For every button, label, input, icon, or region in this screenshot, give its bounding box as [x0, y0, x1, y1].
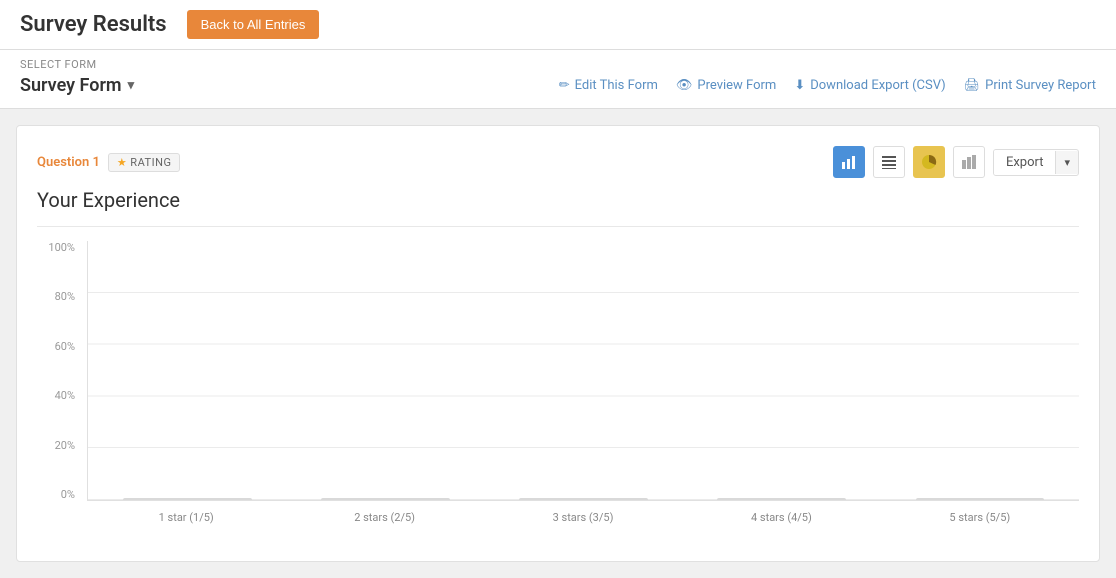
export-dropdown-arrow[interactable]: ▾ — [1055, 151, 1078, 174]
y-label-100: 100% — [48, 241, 75, 254]
print-report-link[interactable]: 🖨 Print Survey Report — [964, 78, 1096, 93]
question-header: Question 1 ★ RATING — [37, 146, 1079, 178]
table-icon — [881, 154, 897, 170]
bar-group — [683, 498, 881, 500]
x-label: 1 star (1/5) — [87, 511, 285, 524]
download-icon: ⬇ — [794, 78, 805, 93]
y-label-40: 40% — [55, 389, 75, 402]
bar-container — [717, 498, 846, 500]
question-type-label: RATING — [130, 156, 171, 169]
bar — [717, 498, 846, 500]
top-header: Survey Results Back to All Entries — [0, 0, 1116, 50]
form-selector-dropdown[interactable]: Survey Form ▾ — [20, 75, 134, 96]
chart-bars-area — [87, 241, 1079, 501]
page-title: Survey Results — [20, 12, 167, 37]
table-view-button[interactable] — [873, 146, 905, 178]
select-form-area: SELECT FORM Survey Form ▾ ✏ Edit This Fo… — [0, 50, 1116, 109]
bar — [519, 498, 648, 500]
export-label: Export — [994, 150, 1056, 175]
preview-form-label: Preview Form — [697, 78, 776, 93]
y-label-60: 60% — [55, 340, 75, 353]
bar-group — [286, 498, 484, 500]
question-card: Question 1 ★ RATING — [16, 125, 1100, 562]
edit-form-link[interactable]: ✏ Edit This Form — [559, 78, 658, 93]
bar-chart-icon — [841, 154, 857, 170]
export-dropdown[interactable]: Export ▾ — [993, 149, 1079, 176]
pie-chart-icon — [921, 154, 937, 170]
bar-group — [88, 498, 286, 500]
pencil-icon: ✏ — [559, 78, 570, 93]
bar — [916, 498, 1045, 500]
eye-icon: 👁 — [676, 78, 693, 93]
back-to-all-entries-button[interactable]: Back to All Entries — [187, 10, 320, 39]
pie-chart-button[interactable] — [913, 146, 945, 178]
print-report-label: Print Survey Report — [985, 78, 1096, 93]
chart-wrapper: 100% 80% 60% 40% 20% 0% 1 star (1/5)2 st… — [37, 241, 1079, 541]
bar — [123, 498, 252, 500]
bar-chart-button[interactable] — [833, 146, 865, 178]
y-axis-labels: 100% 80% 60% 40% 20% 0% — [37, 241, 83, 501]
question-title: Your Experience — [37, 188, 1079, 212]
main-content: Question 1 ★ RATING — [0, 109, 1116, 578]
bar-group — [881, 498, 1079, 500]
select-form-label: SELECT FORM — [20, 58, 1096, 71]
preview-form-link[interactable]: 👁 Preview Form — [676, 78, 776, 93]
chevron-down-icon: ▾ — [128, 78, 135, 93]
y-label-0: 0% — [61, 488, 75, 501]
bar-group — [484, 498, 682, 500]
card-divider — [37, 226, 1079, 227]
x-label: 4 stars (4/5) — [682, 511, 880, 524]
form-actions: ✏ Edit This Form 👁 Preview Form ⬇ Downlo… — [559, 78, 1096, 93]
header-left: Survey Results Back to All Entries — [20, 10, 319, 39]
y-label-80: 80% — [55, 290, 75, 303]
download-export-label: Download Export (CSV) — [810, 78, 945, 93]
download-export-link[interactable]: ⬇ Download Export (CSV) — [794, 78, 945, 93]
x-axis-labels: 1 star (1/5)2 stars (2/5)3 stars (3/5)4 … — [87, 505, 1079, 541]
print-icon: 🖨 — [964, 78, 981, 93]
question-meta: Question 1 ★ RATING — [37, 153, 180, 172]
question-type-badge: ★ RATING — [108, 153, 181, 172]
selected-form-name: Survey Form — [20, 75, 122, 96]
x-label: 2 stars (2/5) — [285, 511, 483, 524]
star-icon: ★ — [117, 156, 127, 169]
x-label: 3 stars (3/5) — [484, 511, 682, 524]
edit-form-label: Edit This Form — [575, 78, 658, 93]
bar-container — [519, 498, 648, 500]
chart-controls: Export ▾ — [833, 146, 1079, 178]
bar-container — [321, 498, 450, 500]
histogram-icon — [961, 154, 977, 170]
bar-container — [123, 498, 252, 500]
question-number: Question 1 — [37, 155, 100, 170]
bar — [321, 498, 450, 500]
bar-container — [916, 498, 1045, 500]
y-label-20: 20% — [55, 439, 75, 452]
form-row: Survey Form ▾ ✏ Edit This Form 👁 Preview… — [20, 75, 1096, 96]
histogram-button[interactable] — [953, 146, 985, 178]
x-label: 5 stars (5/5) — [881, 511, 1079, 524]
